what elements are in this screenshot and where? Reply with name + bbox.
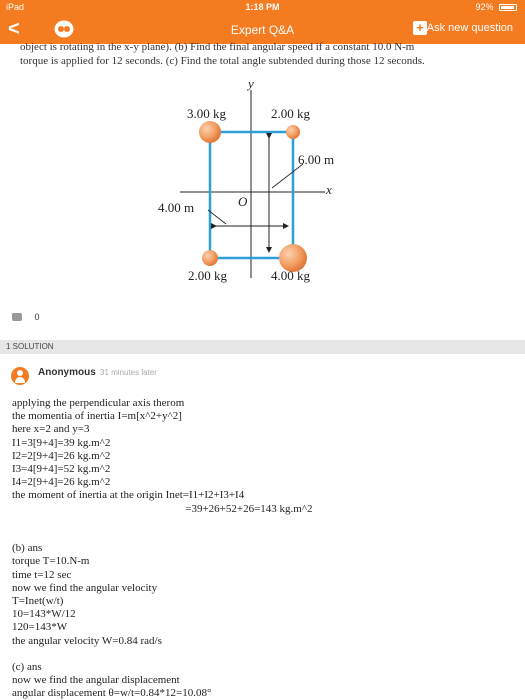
answer-line: 120=143*W xyxy=(12,621,68,634)
origin-label: O xyxy=(238,194,248,209)
status-bar: iPad 1:18 PM 92% xyxy=(0,0,525,14)
answer-line xyxy=(12,529,512,542)
mass-bottom-left xyxy=(202,250,218,266)
avatar xyxy=(11,367,29,385)
comment-count: 0 xyxy=(34,312,40,322)
status-time: 1:18 PM xyxy=(245,2,280,12)
answer-line xyxy=(12,648,512,661)
mass-label-top-left: 3.00 kg xyxy=(187,106,226,121)
answer-line: (c) ans xyxy=(12,661,42,674)
answer-line: applying the perpendicular axis therom xyxy=(12,397,185,409)
answer-author: Anonymous xyxy=(38,367,96,378)
answer-line: I4=2[9+4]=26 kg.m^2 xyxy=(12,476,111,489)
answer-timestamp: 31 minutes later xyxy=(100,368,157,377)
answer-line: I2=2[9+4]=26 kg.m^2 xyxy=(12,449,111,462)
answer-line: =39+26+52+26=143 kg.m^2 xyxy=(12,502,313,515)
answer-line: the momentia of inertia I=m[x^2+y^2] xyxy=(12,410,182,423)
question-line: object is rotating in the x-y plane). (b… xyxy=(20,41,415,53)
question-text: object is rotating in the x-y plane). (b… xyxy=(20,40,510,68)
mass-top-right xyxy=(286,125,300,139)
answer-line: angular displacement θ=w/t=0.84*12=10.08… xyxy=(12,687,212,700)
ask-new-question-button[interactable]: Ask new question xyxy=(427,22,513,34)
answer-body: applying the perpendicular axis therom th… xyxy=(12,397,512,700)
mass-label-bottom-left: 2.00 kg xyxy=(188,268,227,283)
width-label: 4.00 m xyxy=(158,200,195,215)
answer-line: (b) ans xyxy=(12,542,43,555)
answer-line: I1=3[9+4]=39 kg.m^2 xyxy=(12,436,111,449)
answer-line: torque T=10.N-m xyxy=(12,555,90,568)
answer-line: time t=12 sec xyxy=(12,568,72,581)
y-axis-label: y xyxy=(248,76,254,91)
x-axis-label: x xyxy=(326,182,332,197)
figure-drawing xyxy=(180,90,325,278)
mass-top-left xyxy=(199,121,221,143)
answer-line: T=Inet(w/t) xyxy=(12,595,64,608)
answer-line: the angular velocity W=0.84 rad/s xyxy=(12,634,162,647)
mass-label-bottom-right: 4.00 kg xyxy=(271,268,310,283)
battery-percent: 92% xyxy=(475,2,494,12)
answer-line: now we find the angular velocity xyxy=(12,581,158,594)
answer-line: I3=4[9+4]=52 kg.m^2 xyxy=(12,463,111,476)
battery-icon xyxy=(499,4,517,11)
comments-counter[interactable]: 0 xyxy=(12,312,40,322)
answer-line: 10=143*W/12 xyxy=(12,608,76,621)
add-question-icon[interactable]: + xyxy=(413,21,427,35)
comment-icon xyxy=(12,313,22,321)
answer-line: now we find the angular displacement xyxy=(12,674,180,687)
mass-label-top-right: 2.00 kg xyxy=(271,106,310,121)
physics-figure: y x O 3.00 kg 2.00 kg 2.00 kg 4.00 kg 6.… xyxy=(140,76,380,288)
answer-line: the moment of inertia at the origin Inet… xyxy=(12,489,245,502)
height-label: 6.00 m xyxy=(298,152,335,167)
answer-line xyxy=(12,516,512,529)
battery-status: 92% xyxy=(475,2,517,12)
answer-line: here x=2 and y=3 xyxy=(12,423,90,436)
question-line: torque is applied for 12 seconds. (c) Fi… xyxy=(20,55,425,67)
solution-count-header: 1 SOLUTION xyxy=(0,340,525,354)
